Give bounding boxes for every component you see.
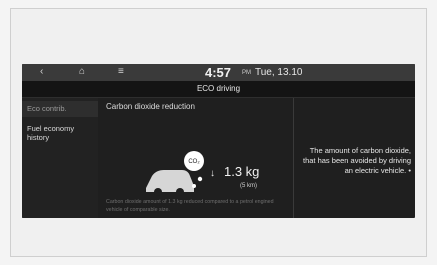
main-content: Carbon dioxide reduction CO₂ ↓ 1.3 kg (5…	[100, 98, 293, 218]
info-note: The amount of carbon dioxide, that has b…	[296, 146, 411, 176]
distance-label: (5 km)	[240, 183, 257, 189]
date-label: Tue, 13.10	[255, 67, 303, 78]
page-title: ECO driving	[22, 81, 415, 98]
sidebar-item-fuel-economy-history[interactable]: Fuel economy history	[22, 124, 98, 142]
car-co2-icon: CO₂	[146, 151, 204, 196]
co2-description: Carbon dioxide amount of 1.3 kg reduced …	[106, 199, 274, 213]
co2-reduction-value: 1.3 kg	[224, 164, 260, 179]
info-note-text: The amount of carbon dioxide, that has b…	[303, 146, 411, 175]
co2-label: CO₂	[188, 159, 200, 165]
home-icon[interactable]: ⌂	[79, 66, 85, 78]
section-title: Carbon dioxide reduction	[106, 102, 195, 111]
back-chevron-icon[interactable]: ‹	[40, 66, 43, 78]
status-bar: ‹ ⌂ ≡ 4:57 PM Tue, 13.10	[22, 64, 415, 81]
clock-time: 4:57	[205, 65, 232, 80]
infotainment-screen: ‹ ⌂ ≡ 4:57 PM Tue, 13.10 ECO driving Eco…	[22, 64, 415, 218]
sidebar: Eco contrib. Fuel economy history	[22, 98, 98, 218]
clock-ampm: PM	[242, 70, 251, 76]
menu-icon[interactable]: ≡	[118, 66, 124, 78]
bullet-marker: •	[408, 166, 411, 175]
sidebar-item-eco-contrib[interactable]: Eco contrib.	[22, 101, 98, 117]
down-arrow-icon: ↓	[210, 168, 215, 179]
divider	[293, 98, 294, 218]
